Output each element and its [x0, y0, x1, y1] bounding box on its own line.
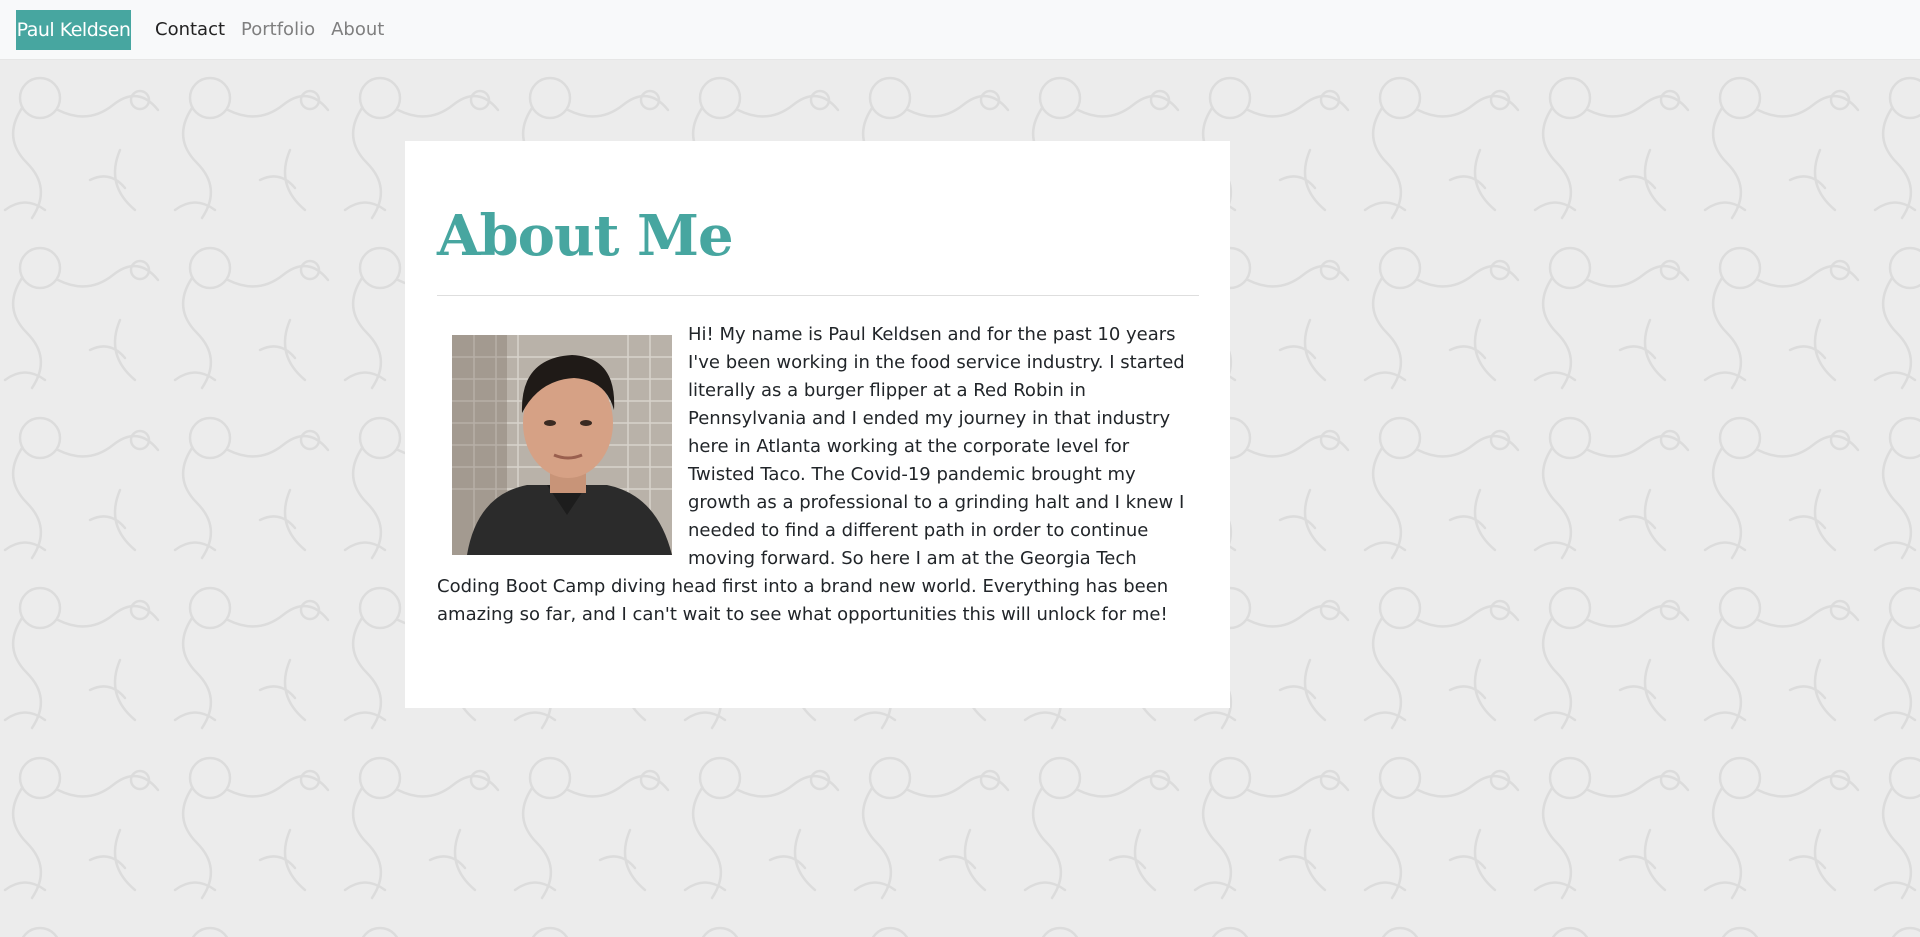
brand-logo[interactable]: Paul Keldsen — [16, 10, 131, 50]
nav-link-portfolio[interactable]: Portfolio — [241, 19, 315, 40]
about-content: Hi! My name is Paul Keldsen and for the … — [437, 321, 1199, 629]
navbar: Paul Keldsen Contact Portfolio About — [0, 0, 1920, 60]
divider — [437, 295, 1199, 296]
profile-photo — [452, 335, 672, 555]
nav-link-about[interactable]: About — [331, 19, 384, 40]
nav-link-contact[interactable]: Contact — [155, 19, 225, 40]
about-card: About Me Hi! My name is Paul Keldsen and… — [405, 141, 1230, 708]
nav-links: Contact Portfolio About — [155, 19, 384, 40]
page-title: About Me — [437, 203, 734, 269]
